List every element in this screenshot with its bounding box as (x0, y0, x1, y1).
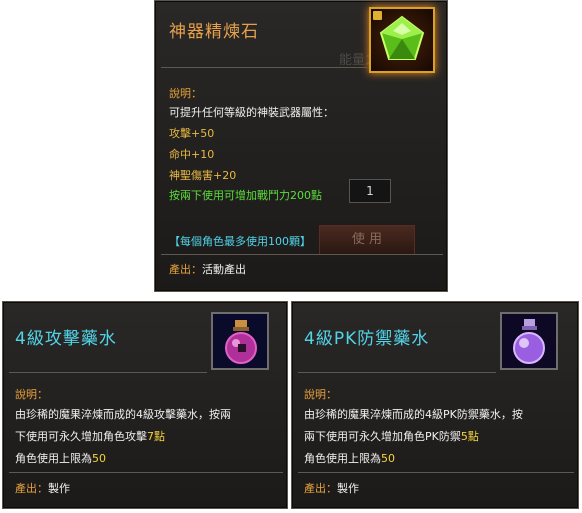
divider-top (298, 372, 496, 373)
description-line-1: 由珍稀的魔果淬煉而成的4級攻擊藥水，按兩 (15, 408, 231, 421)
usage-hint: 按兩下使用可增加戰鬥力200點 (169, 189, 322, 202)
item-title: 神器精煉石 (169, 22, 259, 42)
divider-bottom (9, 472, 283, 473)
description-line-1: 由珍稀的魔果淬煉而成的4級PK防禦藥水，按 (304, 408, 523, 421)
description-label: 說明： (304, 388, 337, 401)
usage-limit-text: 角色使用上限為 (304, 452, 381, 465)
description-line-2-text: 兩下使用可永久增加角色PK防禦 (304, 430, 461, 443)
source-row: 產出：活動產出 (169, 261, 246, 277)
usage-limit-text: 角色使用上限為 (15, 452, 92, 465)
artifact-stone-tooltip: 能量之書 1 使 用 神器精煉石 說明： 可提升任何等級的神裝武器屬性： 攻擊+… (154, 0, 448, 292)
item-title: 4級攻擊藥水 (15, 329, 117, 349)
description-text: 可提升任何等級的神裝武器屬性： (169, 106, 334, 119)
usage-limit: 角色使用上限為50 (15, 450, 106, 466)
stat-accuracy: 命中+10 (169, 148, 215, 161)
description-label: 說明： (15, 388, 48, 401)
source-value: 製作 (337, 482, 359, 495)
source-row: 產出：製作 (15, 480, 70, 496)
source-label: 產出： (169, 263, 202, 276)
attack-potion-icon (211, 312, 269, 370)
attack-potion-tooltip: 4級攻擊藥水 說明： 由珍稀的魔果淬煉而成的4級攻擊藥水，按兩 下使用可永久增加… (2, 301, 288, 509)
source-value: 製作 (48, 482, 70, 495)
divider-bottom (298, 472, 574, 473)
description-line-2: 兩下使用可永久增加角色PK防禦5點 (304, 428, 479, 444)
bg-quantity-box: 1 (349, 179, 391, 203)
artifact-stone-icon (369, 7, 435, 73)
attack-bonus-value: 7點 (147, 430, 165, 443)
source-label: 產出： (15, 482, 48, 495)
pk-defense-bonus-value: 5點 (460, 430, 479, 443)
pk-defense-potion-icon (500, 312, 558, 370)
divider-top (9, 372, 207, 373)
stat-attack: 攻擊+50 (169, 127, 215, 140)
bg-use-button: 使 用 (319, 225, 415, 255)
source-value: 活動產出 (202, 263, 246, 276)
description-label: 說明： (169, 87, 202, 100)
usage-limit: 角色使用上限為50 (304, 450, 395, 466)
usage-limit-value: 50 (92, 452, 106, 465)
description-line-2-text: 下使用可永久增加角色攻擊 (15, 430, 147, 443)
usage-limit-value: 50 (381, 452, 395, 465)
source-row: 產出：製作 (304, 480, 359, 496)
divider-bottom (161, 254, 443, 255)
lock-icon (373, 11, 382, 20)
source-label: 產出： (304, 482, 337, 495)
item-title: 4級PK防禦藥水 (304, 329, 430, 349)
usage-limit: 【每個角色最多使用100顆】 (169, 235, 311, 248)
description-line-2: 下使用可永久增加角色攻擊7點 (15, 428, 165, 444)
pk-defense-potion-tooltip: 4級PK防禦藥水 說明： 由珍稀的魔果淬煉而成的4級PK防禦藥水，按 兩下使用可… (291, 301, 579, 509)
stat-holy-damage: 神聖傷害+20 (169, 169, 237, 182)
divider-top (161, 67, 367, 68)
